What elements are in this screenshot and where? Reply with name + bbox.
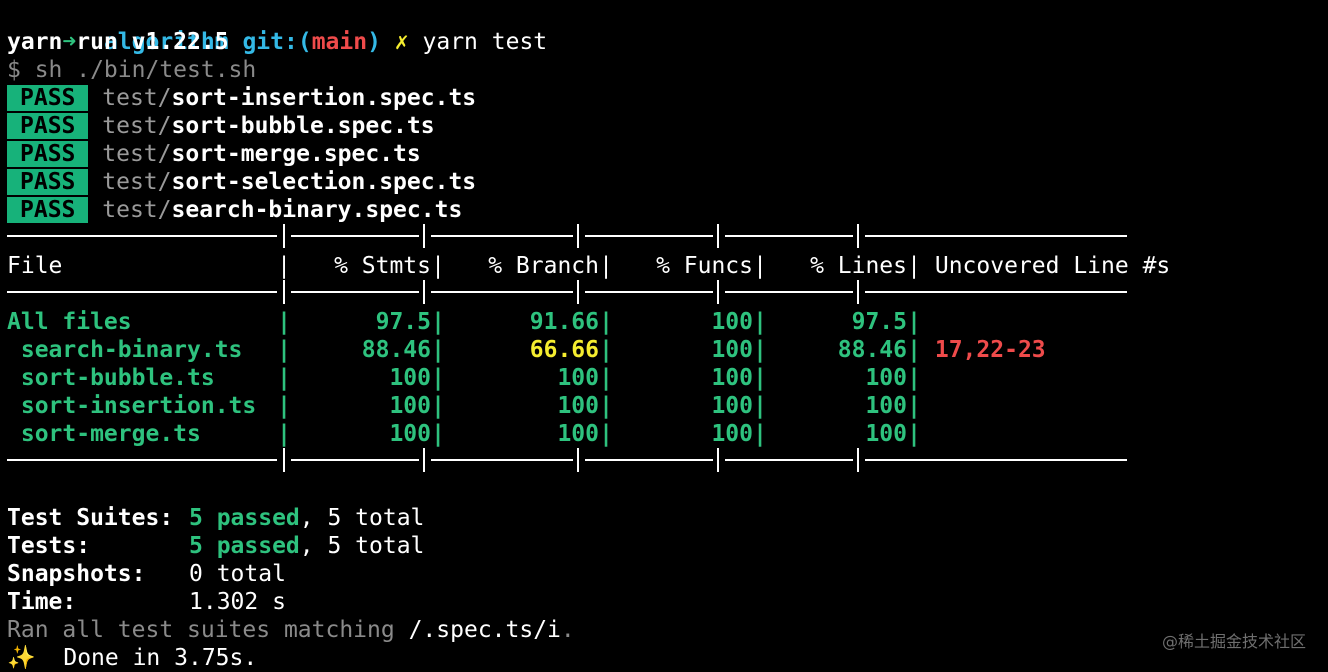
done-line: ✨ Done in 3.75s. (7, 644, 1307, 672)
yarn-header: yarn run v1.22.5 (7, 29, 229, 55)
summary-time: Time: 1.302 s (7, 588, 1307, 616)
row-funcs: 100 (711, 393, 753, 419)
header-lines: % Lines (810, 253, 907, 279)
tests-passed: 5 passed (189, 533, 300, 559)
table-row: sort-merge.ts | 100| 100| 100| 100| (7, 421, 921, 447)
test-result-row: PASS test/sort-bubble.spec.ts (7, 112, 1307, 140)
header-file: File (7, 253, 63, 279)
git-branch: main (311, 29, 368, 55)
suites-passed: 5 passed (189, 505, 300, 531)
pass-badge: PASS (7, 169, 89, 195)
command-text: yarn test (422, 29, 548, 55)
summary-tests: Tests: 5 passed, 5 total (7, 532, 1307, 560)
row-lines: 88.46 (837, 337, 907, 363)
summary-snapshots: Snapshots: 0 total (7, 560, 1307, 588)
test-file: search-binary.spec.ts (171, 197, 463, 223)
row-funcs: 100 (711, 365, 753, 391)
test-result-row: PASS test/sort-merge.spec.ts (7, 140, 1307, 168)
table-divider (7, 448, 1307, 476)
row-branch: 66.66 (529, 337, 599, 363)
header-uncovered: Uncovered Line #s (934, 253, 1171, 279)
test-dir: test/ (102, 141, 172, 167)
row-file: sort-merge.ts (7, 421, 201, 447)
sparkle-icon: ✨ (7, 645, 36, 671)
header-stmts: % Stmts (334, 253, 431, 279)
row-stmts: 100 (389, 393, 431, 419)
test-dir: test/ (102, 113, 172, 139)
test-dir: test/ (102, 169, 172, 195)
row-file: All files (7, 309, 132, 335)
row-stmts: 97.5 (375, 309, 431, 335)
snapshots-label: Snapshots: (7, 561, 146, 587)
row-file: sort-bubble.ts (7, 365, 215, 391)
row-branch: 100 (557, 421, 599, 447)
dirty-mark-icon: ✗ (394, 29, 409, 55)
row-branch: 91.66 (529, 309, 599, 335)
ran-pattern: /.spec.ts/i (408, 617, 561, 643)
pass-badge: PASS (7, 141, 89, 167)
row-stmts: 88.46 (361, 337, 431, 363)
row-funcs: 100 (711, 309, 753, 335)
table-divider (7, 224, 1307, 252)
test-file: sort-insertion.spec.ts (171, 85, 477, 111)
header-funcs: % Funcs (656, 253, 753, 279)
test-result-row: PASS test/sort-insertion.spec.ts (7, 84, 1307, 112)
test-dir: test/ (102, 85, 172, 111)
row-file: search-binary.ts (7, 337, 243, 363)
row-funcs: 100 (711, 421, 753, 447)
ran-suffix: . (560, 617, 575, 643)
summary-suites: Test Suites: 5 passed, 5 total (7, 504, 1307, 532)
test-file: sort-selection.spec.ts (171, 169, 477, 195)
row-lines: 100 (865, 365, 907, 391)
test-results-list: PASS test/sort-insertion.spec.ts PASS te… (7, 84, 1307, 224)
suites-total: , 5 total (299, 505, 425, 531)
terminal-window[interactable]: ➜ algorithm git:(main) ✗ yarn test yarn … (7, 0, 1307, 672)
test-result-row: PASS test/sort-selection.spec.ts (7, 168, 1307, 196)
prompt-line: ➜ algorithm git:(main) ✗ yarn test (7, 0, 1307, 55)
table-row: sort-insertion.ts | 100| 100| 100| 100| (7, 393, 921, 419)
tests-label: Tests: (7, 533, 91, 559)
pass-badge: PASS (7, 113, 89, 139)
done-text: Done in 3.75s. (63, 645, 258, 671)
row-lines: 97.5 (851, 309, 907, 335)
row-stmts: 100 (389, 365, 431, 391)
table-row: All files | 97.5| 91.66| 100| 97.5| (7, 309, 921, 335)
tests-total: , 5 total (299, 533, 425, 559)
table-header-row: File |% Stmts|% Branch|% Funcs|% Lines| U… (7, 253, 1171, 279)
time-value: 1.302 s (189, 589, 286, 615)
row-lines: 100 (865, 393, 907, 419)
row-funcs: 100 (711, 337, 753, 363)
table-divider (7, 280, 1307, 308)
table-row: sort-bubble.ts | 100| 100| 100| 100| (7, 365, 921, 391)
row-uncovered: 17,22-23 (934, 337, 1046, 363)
row-file: sort-insertion.ts (7, 393, 257, 419)
row-branch: 100 (557, 393, 599, 419)
header-branch: % Branch (488, 253, 599, 279)
git-label: git:( (242, 29, 312, 55)
table-row: search-binary.ts | 88.46| 66.66| 100| 88.46| … (7, 337, 1046, 363)
ran-prefix: Ran all test suites matching (7, 617, 409, 643)
row-stmts: 100 (389, 421, 431, 447)
test-file: sort-merge.spec.ts (171, 141, 421, 167)
script-line: $ sh ./bin/test.sh (7, 57, 257, 83)
test-file: sort-bubble.spec.ts (171, 113, 435, 139)
pass-badge: PASS (7, 197, 89, 223)
pass-badge: PASS (7, 85, 89, 111)
row-lines: 100 (865, 421, 907, 447)
test-result-row: PASS test/search-binary.spec.ts (7, 196, 1307, 224)
summary-ran: Ran all test suites matching /.spec.ts/i… (7, 616, 1307, 644)
suites-label: Test Suites: (7, 505, 174, 531)
time-label: Time: (7, 589, 77, 615)
watermark: @稀土掘金技术社区 (1161, 632, 1306, 651)
git-close: ) (367, 29, 381, 55)
test-summary: Test Suites: 5 passed, 5 total Tests: 5 pa… (7, 504, 1307, 672)
row-branch: 100 (557, 365, 599, 391)
coverage-table: File |% Stmts|% Branch|% Funcs|% Lines| U… (7, 224, 1307, 476)
test-dir: test/ (102, 197, 172, 223)
snapshots-value: 0 total (189, 561, 286, 587)
